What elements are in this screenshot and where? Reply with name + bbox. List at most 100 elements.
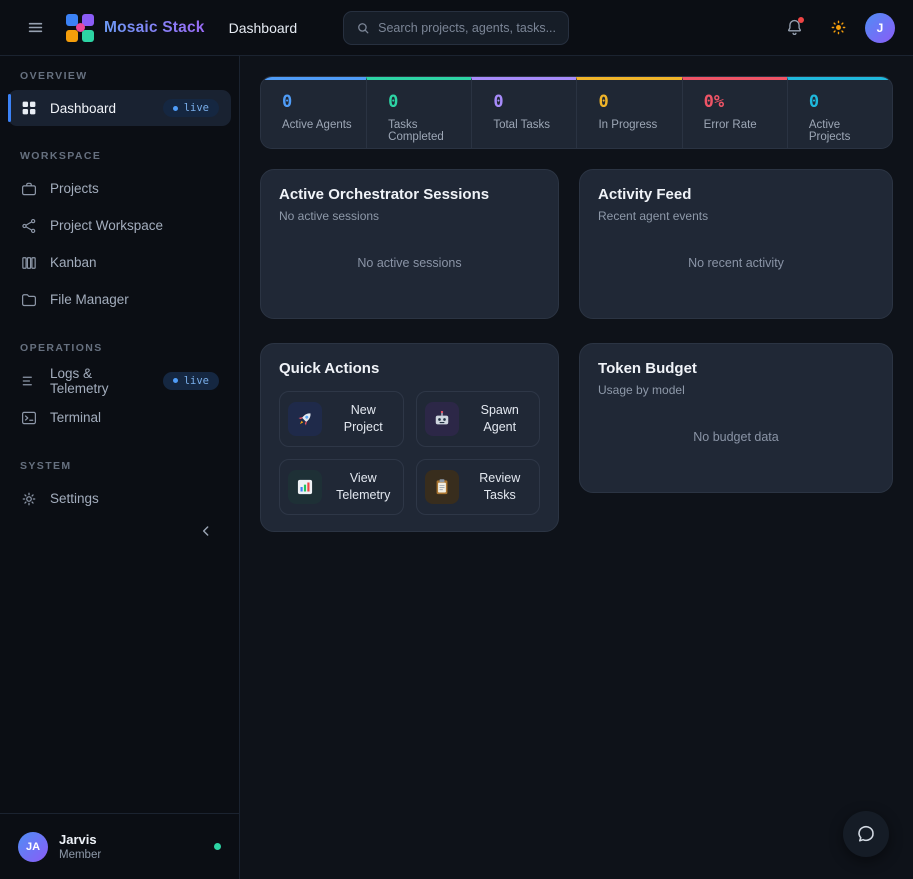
view-telemetry-button[interactable]: View Telemetry <box>279 459 404 515</box>
live-badge: live <box>163 99 219 117</box>
sidebar-item-label: Kanban <box>50 255 97 270</box>
grid-icon <box>20 99 38 117</box>
stat-value: 0 <box>388 92 461 112</box>
sidebar-item-logs-telemetry[interactable]: Logs & Telemetry live <box>8 362 231 399</box>
stat-label: Active Agents <box>282 119 356 131</box>
sidebar-item-label: Terminal <box>50 410 101 425</box>
kanban-icon <box>20 254 38 272</box>
new-project-button[interactable]: New Project <box>279 391 404 447</box>
sidebar-item-kanban[interactable]: Kanban <box>8 244 231 281</box>
user-avatar[interactable]: J <box>865 13 895 43</box>
orchestrator-sessions-card: Active Orchestrator Sessions No active s… <box>260 169 559 319</box>
action-label: Spawn Agent <box>469 402 532 436</box>
live-badge: live <box>163 372 219 390</box>
rocket-icon <box>288 402 322 436</box>
stat-error-rate: 0% Error Rate <box>682 77 787 148</box>
sidebar-item-dashboard[interactable]: Dashboard live <box>8 90 231 126</box>
activity-feed-card: Activity Feed Recent agent events No rec… <box>579 169 893 319</box>
sidebar-item-label: Dashboard <box>50 101 116 116</box>
terminal-icon <box>20 409 38 427</box>
sidebar-item-label: File Manager <box>50 292 129 307</box>
action-label: View Telemetry <box>332 470 395 504</box>
sidebar-item-settings[interactable]: Settings <box>8 480 231 517</box>
section-label-system: SYSTEM <box>0 460 239 472</box>
stat-label: Total Tasks <box>493 119 566 131</box>
logs-icon <box>20 372 38 390</box>
brand-name: Mosaic Stack <box>104 19 205 37</box>
card-subtitle: No active sessions <box>279 209 540 223</box>
notification-dot <box>798 17 804 23</box>
clipboard-icon <box>425 470 459 504</box>
app-header: Mosaic Stack Dashboard J <box>0 0 913 56</box>
sessions-empty-state: No active sessions <box>279 223 540 302</box>
search-bar[interactable] <box>343 11 569 45</box>
section-label-workspace: WORKSPACE <box>0 150 239 162</box>
sidebar-item-terminal[interactable]: Terminal <box>8 399 231 436</box>
stat-value: 0% <box>704 92 777 112</box>
sidebar-item-project-workspace[interactable]: Project Workspace <box>8 207 231 244</box>
sidebar-item-label: Settings <box>50 491 99 506</box>
main-content: 0 Active Agents 0 Tasks Completed 0 Tota… <box>240 0 913 879</box>
chat-bubble-icon <box>855 823 877 845</box>
user-avatar-initials: JA <box>18 832 48 862</box>
robot-icon <box>425 402 459 436</box>
review-tasks-button[interactable]: Review Tasks <box>416 459 541 515</box>
stat-label: In Progress <box>598 119 671 131</box>
stat-tasks-completed: 0 Tasks Completed <box>366 77 471 148</box>
sidebar-item-label: Logs & Telemetry <box>50 366 151 396</box>
mosaic-logo <box>66 14 94 42</box>
nodes-icon <box>20 217 38 235</box>
sidebar-user-panel[interactable]: JA Jarvis Member <box>0 813 239 879</box>
stat-value: 0 <box>598 92 671 112</box>
sidebar-item-projects[interactable]: Projects <box>8 170 231 207</box>
card-title: Token Budget <box>598 360 874 377</box>
search-input[interactable] <box>378 21 556 35</box>
sidebar-item-label: Project Workspace <box>50 218 163 233</box>
sidebar-item-label: Projects <box>50 181 99 196</box>
user-role: Member <box>59 849 101 861</box>
stat-value: 0 <box>282 92 356 112</box>
budget-empty-state: No budget data <box>598 397 874 476</box>
gear-icon <box>20 490 38 508</box>
search-icon <box>356 21 370 35</box>
section-label-operations: OPERATIONS <box>0 342 239 354</box>
stat-value: 0 <box>493 92 566 112</box>
menu-button[interactable] <box>18 11 52 45</box>
stat-label: Active Projects <box>809 119 882 143</box>
sidebar-item-file-manager[interactable]: File Manager <box>8 281 231 318</box>
card-subtitle: Usage by model <box>598 383 874 397</box>
stat-active-agents: 0 Active Agents <box>261 77 366 148</box>
stat-total-tasks: 0 Total Tasks <box>471 77 576 148</box>
token-budget-card: Token Budget Usage by model No budget da… <box>579 343 893 493</box>
stat-label: Tasks Completed <box>388 119 461 143</box>
bar-chart-icon <box>288 470 322 504</box>
briefcase-icon <box>20 180 38 198</box>
notifications-button[interactable] <box>777 11 811 45</box>
stats-row: 0 Active Agents 0 Tasks Completed 0 Tota… <box>260 76 893 149</box>
section-label-overview: OVERVIEW <box>0 70 239 82</box>
stat-value: 0 <box>809 92 882 112</box>
theme-toggle-button[interactable] <box>821 11 855 45</box>
card-title: Activity Feed <box>598 186 874 203</box>
stat-in-progress: 0 In Progress <box>576 77 681 148</box>
action-label: Review Tasks <box>469 470 532 504</box>
sidebar-collapse-button[interactable] <box>195 520 217 542</box>
chevron-left-icon <box>198 523 214 539</box>
card-title: Quick Actions <box>279 360 540 377</box>
live-dot-icon <box>173 106 178 111</box>
chat-button[interactable] <box>843 811 889 857</box>
online-status-dot <box>214 843 221 850</box>
quick-actions-card: Quick Actions New Project Spawn Agent <box>260 343 559 532</box>
stat-label: Error Rate <box>704 119 777 131</box>
activity-empty-state: No recent activity <box>598 223 874 302</box>
sun-icon <box>829 18 848 37</box>
user-name: Jarvis <box>59 832 101 847</box>
action-label: New Project <box>332 402 395 436</box>
hamburger-icon <box>26 18 45 37</box>
stat-active-projects: 0 Active Projects <box>787 77 892 148</box>
card-title: Active Orchestrator Sessions <box>279 186 540 203</box>
folder-icon <box>20 291 38 309</box>
page-title: Dashboard <box>229 20 298 36</box>
sidebar: OVERVIEW Dashboard live WORKSPACE Projec… <box>0 56 240 879</box>
spawn-agent-button[interactable]: Spawn Agent <box>416 391 541 447</box>
